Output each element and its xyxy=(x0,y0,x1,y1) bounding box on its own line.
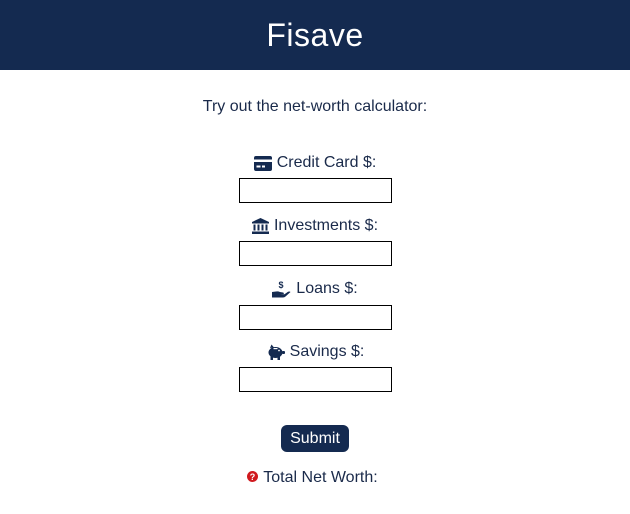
credit-card-field: Credit Card $: xyxy=(0,153,630,203)
total-net-worth-label: Total Net Worth: xyxy=(263,469,378,486)
bank-icon xyxy=(251,218,269,234)
hand-holding-dollar-icon: $ xyxy=(272,281,291,298)
svg-text:?: ? xyxy=(250,472,256,482)
submit-wrap: Submit xyxy=(0,425,630,452)
investments-input[interactable] xyxy=(238,241,392,266)
intro-text: Try out the net-worth calculator: xyxy=(202,98,428,115)
loans-input[interactable] xyxy=(238,304,392,330)
investments-field: Investments $: xyxy=(0,216,630,266)
credit-card-label: Credit Card $: xyxy=(253,153,377,173)
savings-label-text: Savings $: xyxy=(289,343,365,360)
submit-button[interactable]: Submit xyxy=(281,425,349,452)
app-header: Fisave xyxy=(0,0,630,70)
savings-field: Savings $: xyxy=(0,342,630,392)
question-circle-icon[interactable]: ? xyxy=(247,469,259,487)
credit-card-label-text: Credit Card $: xyxy=(276,154,377,171)
loans-label: $ Loans $: xyxy=(272,279,358,299)
savings-input[interactable] xyxy=(238,367,392,392)
savings-label: Savings $: xyxy=(266,342,365,362)
total-net-worth: ? Total Net Worth: xyxy=(0,469,630,487)
investments-label: Investments $: xyxy=(251,216,379,236)
investments-label-text: Investments $: xyxy=(273,217,379,234)
loans-label-text: Loans $: xyxy=(296,280,358,297)
credit-card-input[interactable] xyxy=(238,177,392,203)
loans-field: $ Loans $: xyxy=(0,279,630,330)
credit-card-icon xyxy=(253,155,272,171)
app-title: Fisave xyxy=(266,16,364,53)
svg-text:$: $ xyxy=(279,281,284,290)
piggy-bank-icon xyxy=(266,344,285,360)
